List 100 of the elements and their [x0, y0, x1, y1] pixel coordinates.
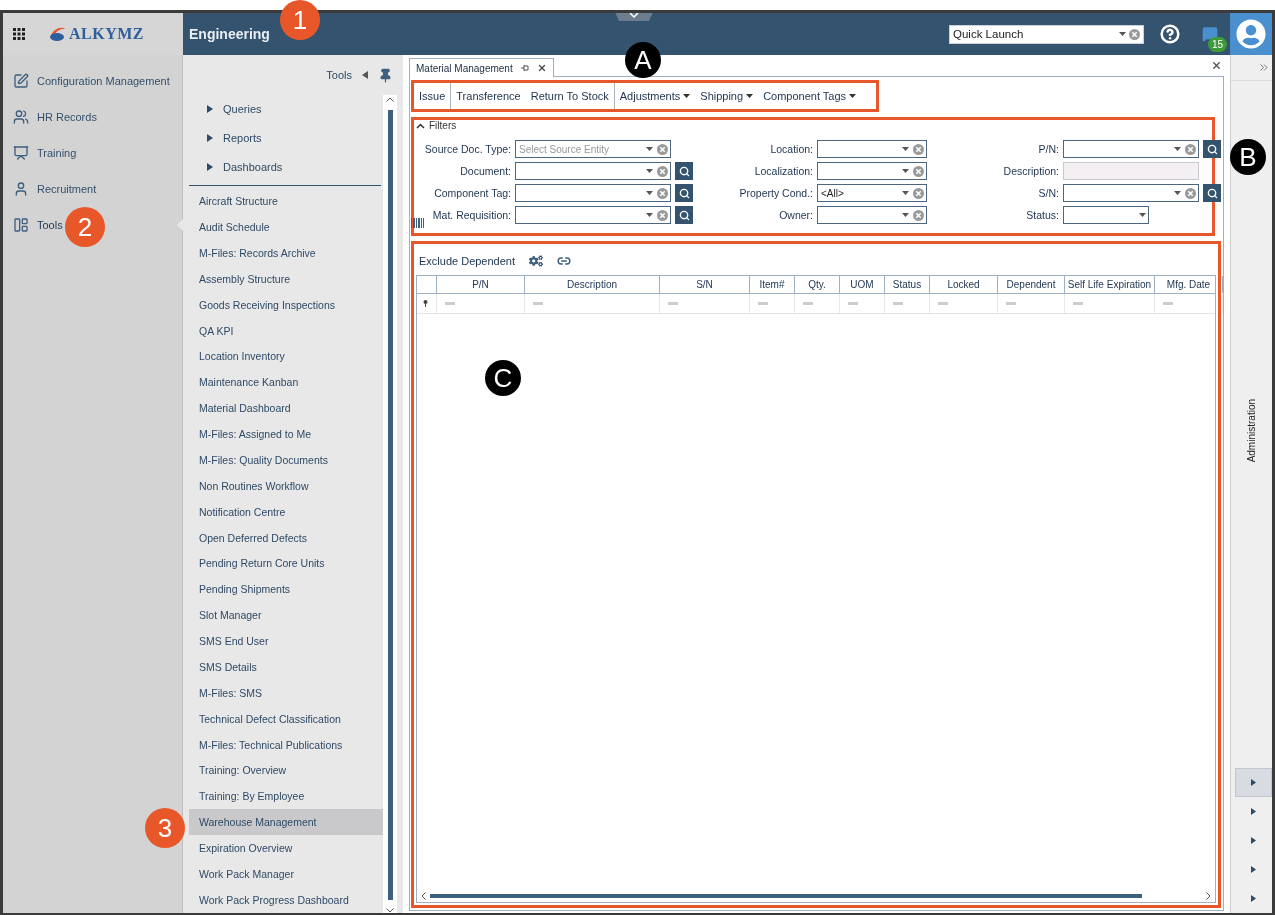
combo-field[interactable] — [515, 184, 671, 202]
nav-item[interactable]: Configuration Management — [3, 63, 174, 99]
combo-field[interactable] — [515, 162, 671, 180]
search-button[interactable] — [675, 162, 693, 180]
column-header[interactable]: UOM — [840, 276, 885, 293]
avatar-icon[interactable] — [1236, 19, 1266, 49]
column-header[interactable]: P/N — [437, 276, 525, 293]
tool-item[interactable]: Pending Shipments — [189, 576, 383, 603]
search-button[interactable] — [675, 184, 693, 202]
scroll-down-icon[interactable] — [386, 908, 394, 913]
tool-item[interactable]: Pending Return Core Units — [189, 550, 383, 577]
column-header[interactable]: S/N — [660, 276, 750, 293]
pin-icon[interactable] — [378, 67, 393, 83]
toolbar-button[interactable]: Return To Stock — [525, 83, 615, 109]
nav-item[interactable]: Tools — [3, 207, 67, 243]
text-field[interactable] — [1063, 162, 1199, 180]
search-button[interactable] — [1203, 140, 1221, 158]
tool-item[interactable]: Technical Defect Classification — [189, 705, 383, 732]
menu-button[interactable]: Component Tags — [758, 83, 862, 109]
link-icon[interactable] — [557, 254, 571, 268]
side-panel-label[interactable]: Administration — [1246, 399, 1257, 463]
combo-field[interactable]: <All> — [817, 184, 927, 202]
combo-field[interactable] — [817, 162, 927, 180]
dropdown-caret-icon[interactable] — [902, 213, 909, 217]
dropdown-caret-icon[interactable] — [1174, 147, 1181, 151]
dropdown-caret-icon[interactable] — [646, 213, 653, 217]
tool-item[interactable]: Slot Manager — [189, 602, 383, 629]
column-header[interactable]: Dependent — [998, 276, 1065, 293]
app-grid-icon[interactable] — [13, 28, 25, 40]
dropdown-caret-icon[interactable] — [646, 169, 653, 173]
play-arrow-icon[interactable] — [1251, 866, 1256, 873]
nav-item[interactable]: Training — [3, 135, 81, 171]
scroll-up-icon[interactable] — [386, 97, 394, 102]
barcode-icon[interactable] — [411, 218, 424, 228]
tree-group[interactable]: Reports — [189, 123, 383, 153]
dropdown-caret-icon[interactable] — [683, 94, 691, 98]
dropdown-caret-icon[interactable] — [1139, 213, 1146, 217]
tool-item[interactable]: M-Files: Quality Documents — [189, 447, 383, 473]
combo-field[interactable] — [1063, 184, 1199, 202]
nav-item[interactable]: HR Records — [3, 99, 101, 135]
tool-item[interactable]: Maintenance Kanban — [189, 369, 383, 396]
combo-field[interactable] — [1063, 140, 1199, 158]
column-header[interactable]: Locked — [930, 276, 998, 293]
tool-item[interactable]: Assembly Structure — [189, 265, 383, 292]
select-field[interactable] — [1063, 206, 1149, 224]
exclude-dependent-button[interactable]: Exclude Dependent — [419, 255, 515, 267]
toolbar-button[interactable]: Issue — [414, 83, 452, 109]
scroll-left-icon[interactable] — [421, 892, 426, 900]
column-header[interactable]: Self Life Expiration — [1065, 276, 1155, 293]
tool-item[interactable]: Expiration Overview — [189, 835, 383, 862]
collapse-handle-icon[interactable] — [614, 13, 654, 21]
document-tab[interactable]: Material Management — [409, 58, 554, 77]
menu-button[interactable]: Adjustments — [614, 83, 696, 109]
combo-field[interactable] — [817, 206, 927, 224]
column-header[interactable]: Mfg. Date — [1155, 276, 1223, 293]
tool-item[interactable]: Location Inventory — [189, 343, 383, 370]
tool-item[interactable]: M-Files: Technical Publications — [189, 731, 383, 758]
play-arrow-icon[interactable] — [1251, 895, 1256, 902]
tool-item[interactable]: Work Pack Progress Dashboard — [189, 886, 383, 913]
dropdown-caret-icon[interactable] — [902, 191, 909, 195]
dropdown-caret-icon[interactable] — [646, 147, 653, 151]
tree-group[interactable]: Dashboards — [189, 152, 383, 182]
tool-item[interactable]: Work Pack Manager — [189, 861, 383, 887]
play-arrow-icon[interactable] — [1251, 808, 1256, 815]
column-header[interactable]: Status — [885, 276, 930, 293]
dropdown-caret-icon[interactable] — [646, 191, 653, 195]
tool-item[interactable]: Training: Overview — [189, 757, 383, 784]
tool-item[interactable]: Notification Centre — [189, 498, 383, 525]
tool-item[interactable]: SMS Details — [189, 654, 383, 680]
play-arrow-icon[interactable] — [1251, 779, 1256, 786]
tool-item[interactable]: M-Files: SMS — [189, 679, 383, 706]
double-chevron-icon[interactable] — [1260, 64, 1268, 71]
gears-icon[interactable] — [529, 254, 543, 268]
tool-item[interactable]: Audit Schedule — [189, 214, 383, 241]
nav-item[interactable]: Recruitment — [3, 171, 101, 207]
close-icon[interactable] — [1211, 60, 1222, 71]
tool-item[interactable]: M-Files: Assigned to Me — [189, 421, 383, 448]
column-header[interactable]: Description — [525, 276, 660, 293]
chat-icon[interactable] — [1202, 26, 1218, 42]
filters-legend[interactable]: Filters — [416, 120, 1210, 131]
tool-item[interactable]: Aircraft Structure — [189, 188, 383, 215]
combo-field[interactable] — [817, 140, 927, 158]
chevron-icon[interactable] — [416, 122, 425, 129]
dropdown-caret-icon[interactable] — [746, 94, 754, 98]
dropdown-caret-icon[interactable] — [902, 147, 909, 151]
scroll-right-icon[interactable] — [1206, 892, 1211, 900]
search-button[interactable] — [675, 206, 693, 224]
scrollbar[interactable] — [383, 95, 397, 913]
column-header[interactable]: Item# — [750, 276, 795, 293]
dropdown-caret-icon[interactable] — [1174, 191, 1181, 195]
dropdown-caret-icon[interactable] — [1119, 32, 1126, 36]
tool-item[interactable]: Non Routines Workflow — [189, 472, 383, 499]
tool-item[interactable]: Training: By Employee — [189, 783, 383, 810]
combo-field[interactable] — [515, 206, 671, 224]
tool-item[interactable]: Open Deferred Defects — [189, 524, 383, 551]
tool-item[interactable]: M-Files: Records Archive — [189, 240, 383, 266]
toolbar-button[interactable]: Transference — [451, 83, 526, 109]
tool-item[interactable]: Goods Receiving Inspections — [189, 291, 383, 318]
tool-item[interactable]: QA KPI — [189, 317, 383, 344]
help-icon[interactable] — [1160, 24, 1180, 44]
